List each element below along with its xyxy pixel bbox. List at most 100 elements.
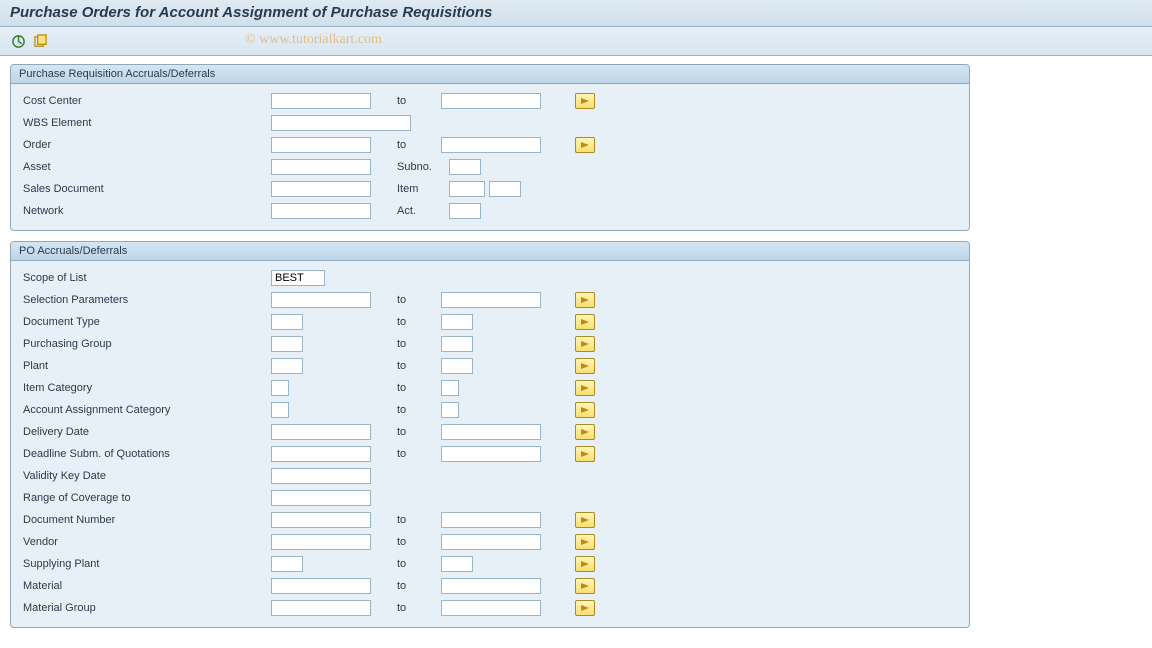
multiselect-button[interactable] — [575, 292, 595, 308]
variant-icon[interactable] — [32, 33, 48, 49]
delivery-date-to-input[interactable] — [441, 424, 541, 440]
to-label: to — [391, 95, 441, 107]
label-deadline: Deadline Subm. of Quotations — [21, 448, 271, 460]
multiselect-button[interactable] — [575, 336, 595, 352]
multiselect-button[interactable] — [575, 578, 595, 594]
row-acct-assign-cat: Account Assignment Category to — [21, 399, 959, 421]
row-scope-of-list: Scope of List — [21, 267, 959, 289]
material-group-to-input[interactable] — [441, 600, 541, 616]
multiselect-button[interactable] — [575, 600, 595, 616]
row-asset: Asset Subno. — [21, 156, 959, 178]
multiselect-button[interactable] — [575, 358, 595, 374]
row-material-group: Material Group to — [21, 597, 959, 619]
multiselect-button[interactable] — [575, 424, 595, 440]
plant-to-input[interactable] — [441, 358, 473, 374]
to-label: to — [391, 382, 441, 394]
label-doc-type: Document Type — [21, 316, 271, 328]
multiselect-button[interactable] — [575, 137, 595, 153]
subno-input[interactable] — [449, 159, 481, 175]
deadline-from-input[interactable] — [271, 446, 371, 462]
material-from-input[interactable] — [271, 578, 371, 594]
delivery-date-from-input[interactable] — [271, 424, 371, 440]
multiselect-button[interactable] — [575, 314, 595, 330]
vendor-from-input[interactable] — [271, 534, 371, 550]
order-to-input[interactable] — [441, 137, 541, 153]
selection-params-to-input[interactable] — [441, 292, 541, 308]
label-network: Network — [21, 205, 271, 217]
toolbar: © www.tutorialkart.com — [0, 27, 1152, 56]
network-input[interactable] — [271, 203, 371, 219]
label-cost-center: Cost Center — [21, 95, 271, 107]
multiselect-button[interactable] — [575, 446, 595, 462]
label-item-cat: Item Category — [21, 382, 271, 394]
doc-type-from-input[interactable] — [271, 314, 303, 330]
group-pr-accruals: Purchase Requisition Accruals/Deferrals … — [10, 64, 970, 231]
label-sales-doc: Sales Document — [21, 183, 271, 195]
row-supplying-plant: Supplying Plant to — [21, 553, 959, 575]
item-cat-to-input[interactable] — [441, 380, 459, 396]
page-title: Purchase Orders for Account Assignment o… — [10, 4, 1142, 21]
cost-center-to-input[interactable] — [441, 93, 541, 109]
row-network: Network Act. — [21, 200, 959, 222]
label-asset: Asset — [21, 161, 271, 173]
validity-key-input[interactable] — [271, 468, 371, 484]
to-label: to — [391, 360, 441, 372]
label-purch-group: Purchasing Group — [21, 338, 271, 350]
title-bar: Purchase Orders for Account Assignment o… — [0, 0, 1152, 27]
to-label: to — [391, 602, 441, 614]
row-vendor: Vendor to — [21, 531, 959, 553]
wbs-input[interactable] — [271, 115, 411, 131]
to-label: to — [391, 558, 441, 570]
supplying-plant-from-input[interactable] — [271, 556, 303, 572]
label-order: Order — [21, 139, 271, 151]
execute-icon[interactable] — [10, 33, 26, 49]
label-wbs: WBS Element — [21, 117, 271, 129]
selection-params-from-input[interactable] — [271, 292, 371, 308]
acct-assign-cat-to-input[interactable] — [441, 402, 459, 418]
multiselect-button[interactable] — [575, 402, 595, 418]
purch-group-to-input[interactable] — [441, 336, 473, 352]
label-validity-key: Validity Key Date — [21, 470, 271, 482]
to-label: to — [391, 338, 441, 350]
multiselect-button[interactable] — [575, 534, 595, 550]
asset-input[interactable] — [271, 159, 371, 175]
act-input[interactable] — [449, 203, 481, 219]
deadline-to-input[interactable] — [441, 446, 541, 462]
row-delivery-date: Delivery Date to — [21, 421, 959, 443]
plant-from-input[interactable] — [271, 358, 303, 374]
material-group-from-input[interactable] — [271, 600, 371, 616]
sales-doc-input[interactable] — [271, 181, 371, 197]
range-coverage-input[interactable] — [271, 490, 371, 506]
row-material: Material to — [21, 575, 959, 597]
row-selection-params: Selection Parameters to — [21, 289, 959, 311]
to-label: to — [391, 139, 441, 151]
multiselect-button[interactable] — [575, 93, 595, 109]
to-label: to — [391, 514, 441, 526]
label-act: Act. — [391, 205, 449, 217]
label-plant: Plant — [21, 360, 271, 372]
multiselect-button[interactable] — [575, 512, 595, 528]
material-to-input[interactable] — [441, 578, 541, 594]
acct-assign-cat-from-input[interactable] — [271, 402, 289, 418]
multiselect-button[interactable] — [575, 380, 595, 396]
doc-number-from-input[interactable] — [271, 512, 371, 528]
multiselect-button[interactable] — [575, 556, 595, 572]
cost-center-from-input[interactable] — [271, 93, 371, 109]
doc-number-to-input[interactable] — [441, 512, 541, 528]
watermark-text: © www.tutorialkart.com — [245, 32, 382, 48]
label-scope-of-list: Scope of List — [21, 272, 271, 284]
row-purch-group: Purchasing Group to — [21, 333, 959, 355]
item-input[interactable] — [449, 181, 485, 197]
item-input-2[interactable] — [489, 181, 521, 197]
scope-of-list-input[interactable] — [271, 270, 325, 286]
row-doc-type: Document Type to — [21, 311, 959, 333]
purch-group-from-input[interactable] — [271, 336, 303, 352]
doc-type-to-input[interactable] — [441, 314, 473, 330]
item-cat-from-input[interactable] — [271, 380, 289, 396]
supplying-plant-to-input[interactable] — [441, 556, 473, 572]
vendor-to-input[interactable] — [441, 534, 541, 550]
label-acct-assign-cat: Account Assignment Category — [21, 404, 271, 416]
label-material: Material — [21, 580, 271, 592]
order-from-input[interactable] — [271, 137, 371, 153]
label-vendor: Vendor — [21, 536, 271, 548]
